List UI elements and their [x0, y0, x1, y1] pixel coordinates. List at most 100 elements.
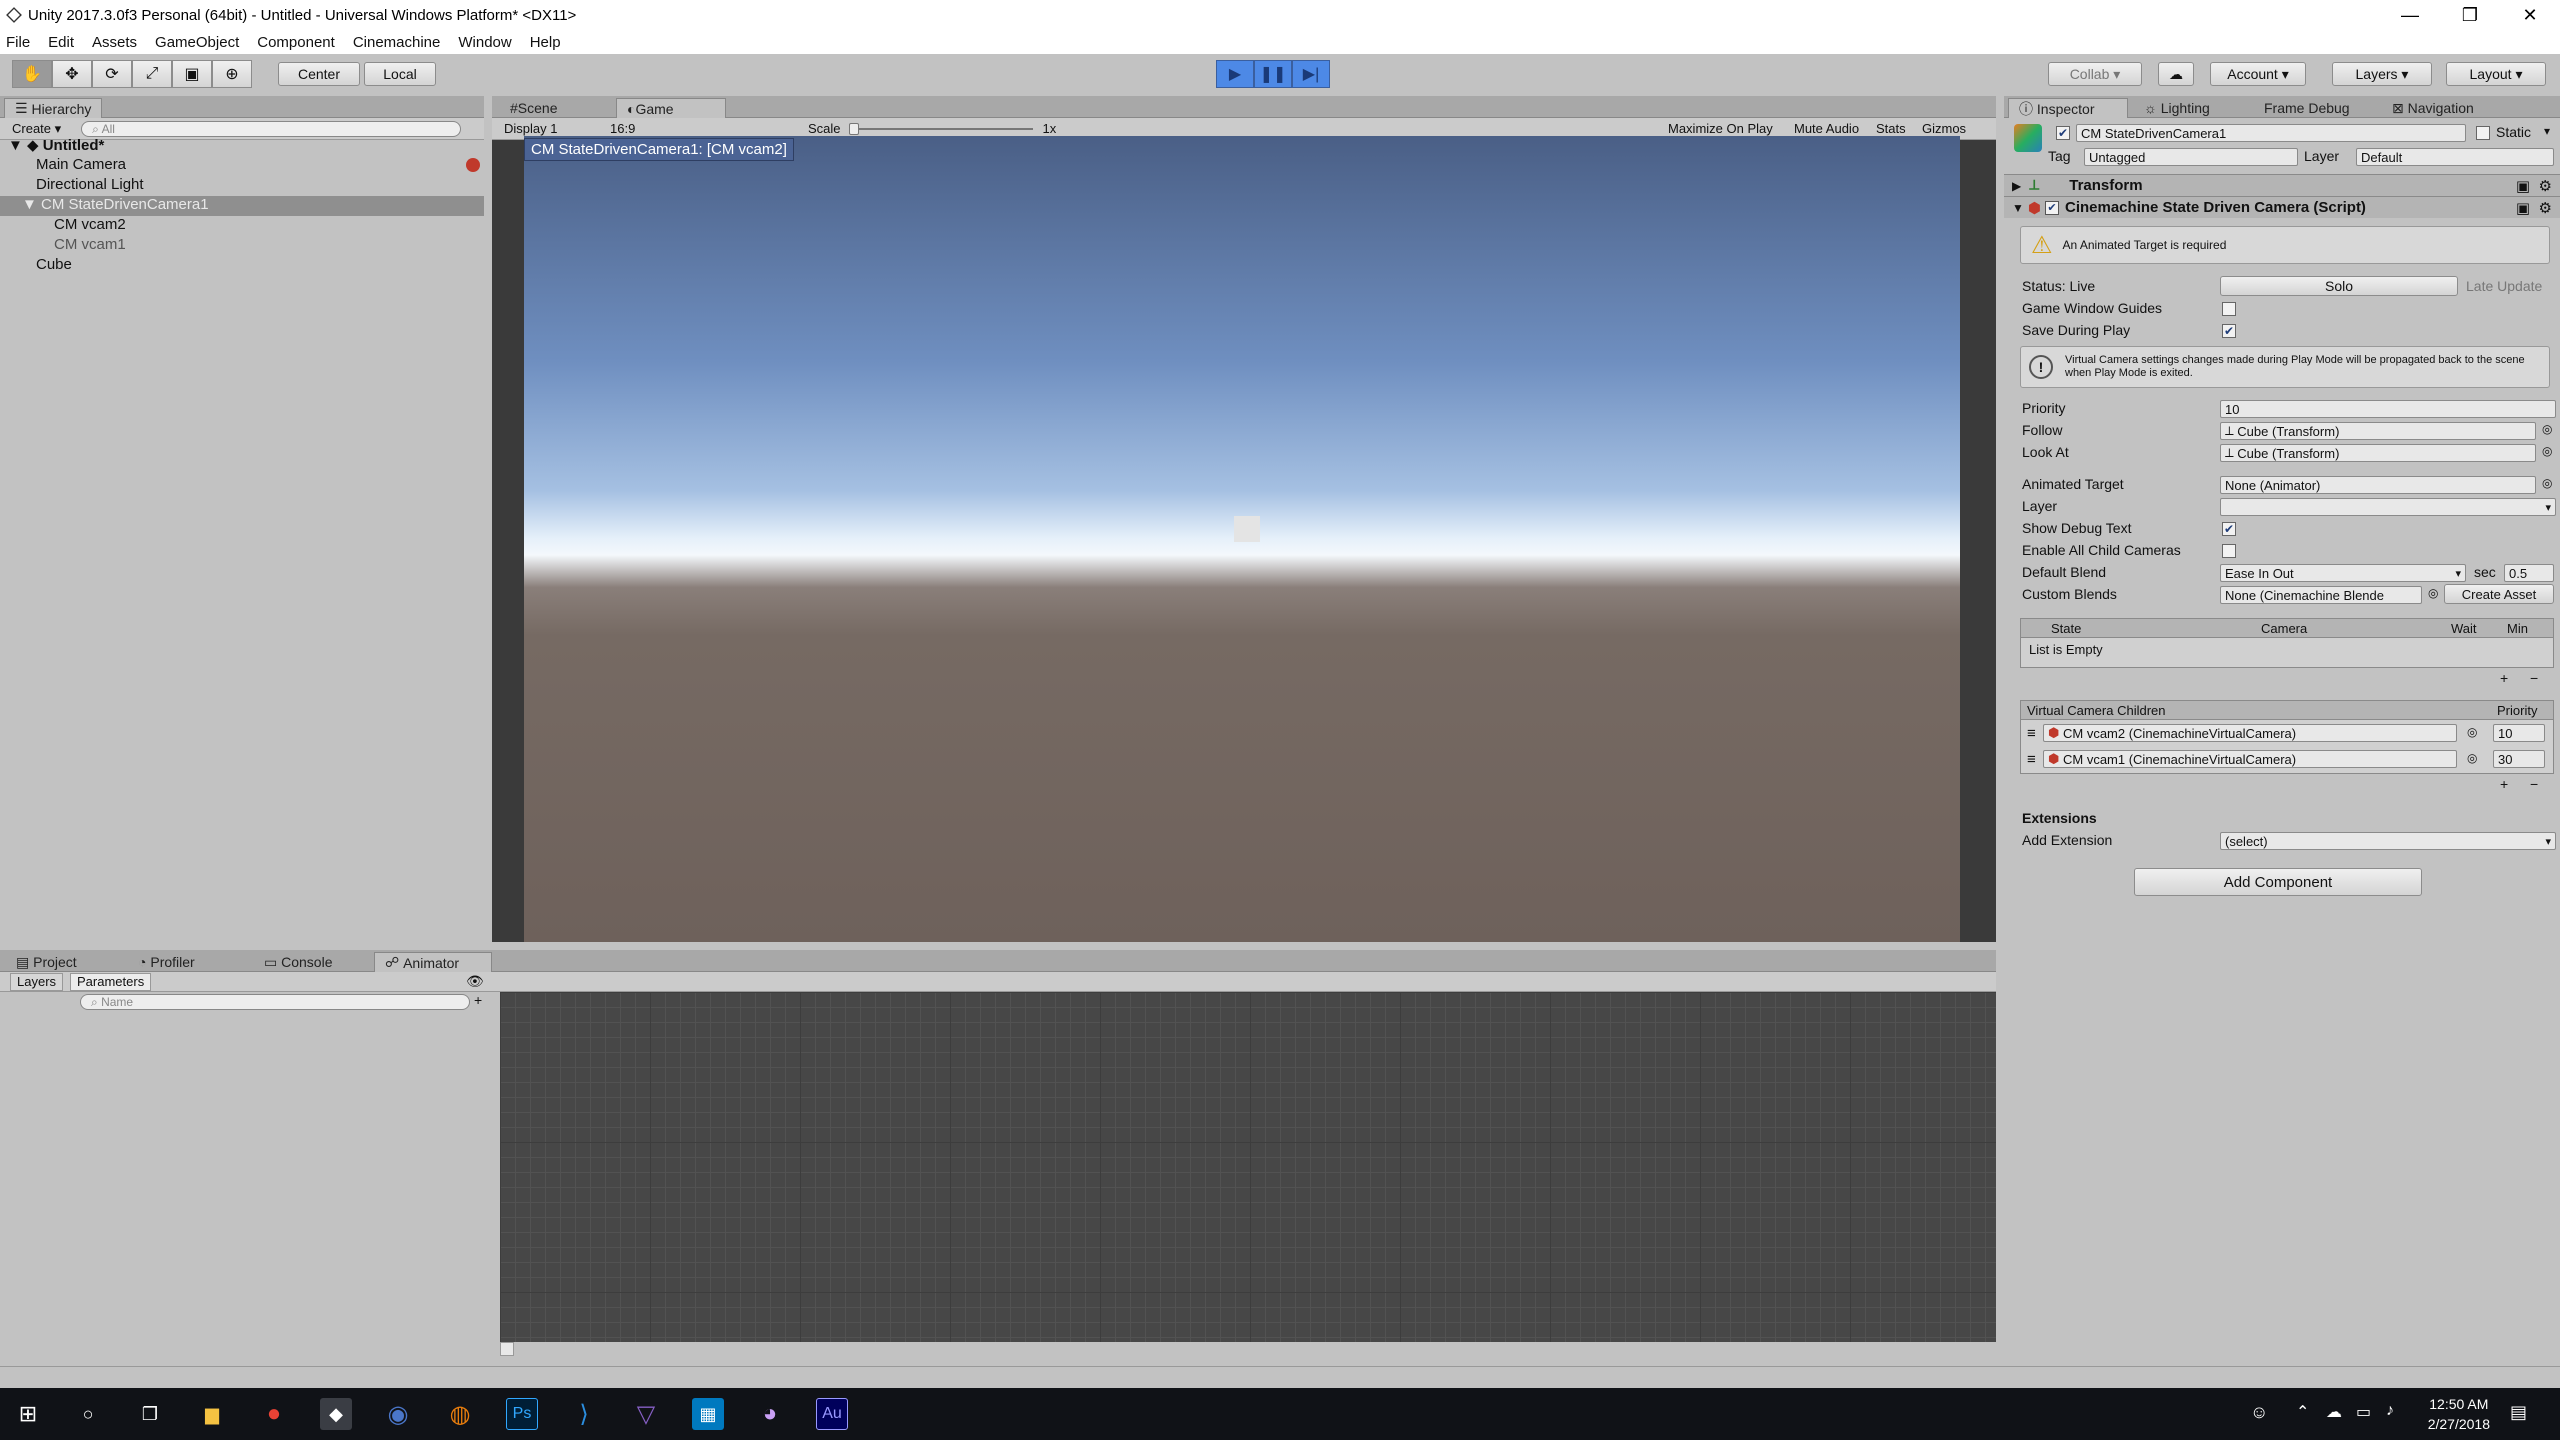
follow-field[interactable]: ⟂ Cube (Transform) [2220, 422, 2536, 440]
tab-scene[interactable]: # Scene [500, 98, 568, 118]
child-row[interactable]: ≡ ⬢ CM vcam2 (CinemachineVirtualCamera) … [2021, 724, 2555, 746]
follow-picker-icon[interactable]: ◎ [2542, 422, 2552, 436]
add-parameter-button[interactable]: + [474, 992, 482, 1008]
menu-help[interactable]: Help [530, 34, 561, 51]
transform-tool-icon[interactable]: ⊕ [212, 60, 252, 88]
vscode-icon[interactable]: ⟩ [568, 1398, 600, 1430]
hierarchy-item-vcam1[interactable]: CM vcam1 [54, 236, 126, 253]
collab-button[interactable]: Collab ▾ [2048, 62, 2142, 86]
graph-scroll-handle[interactable] [500, 1342, 514, 1356]
github-icon[interactable]: ◕ [754, 1398, 786, 1430]
object-name-field[interactable]: CM StateDrivenCamera1 [2076, 124, 2466, 142]
animator-parameters-tab[interactable]: Parameters [70, 973, 152, 991]
active-checkbox[interactable]: ✔ [2056, 126, 2070, 140]
enable-all-child-checkbox[interactable] [2222, 544, 2236, 558]
custom-blends-field[interactable]: None (Cinemachine Blende [2220, 586, 2422, 604]
step-button[interactable]: ▶| [1292, 60, 1330, 88]
tab-game[interactable]: ◐ Game [616, 98, 726, 118]
menu-component[interactable]: Component [257, 34, 335, 51]
menu-gameobject[interactable]: GameObject [155, 34, 239, 51]
tab-inspector[interactable]: ⓘ Inspector [2008, 98, 2128, 118]
hierarchy-item-directional-light[interactable]: Directional Light [36, 176, 144, 193]
network-icon[interactable]: ▭ [2356, 1402, 2371, 1422]
blender-icon[interactable]: ◍ [444, 1398, 476, 1430]
default-blend-dropdown[interactable]: Ease In Out ▾ [2220, 564, 2466, 582]
trello-icon[interactable]: ▦ [692, 1398, 724, 1430]
transform-header[interactable]: ▶ ⟂ Transform ▣ ⚙ [2004, 174, 2560, 196]
stats-toggle[interactable]: Stats [1876, 121, 1906, 136]
child-picker-icon[interactable]: ◎ [2467, 751, 2477, 765]
pivot-mode-button[interactable]: Center [278, 62, 360, 86]
scale-slider[interactable] [848, 122, 1033, 135]
visual-studio-icon[interactable]: ▽ [630, 1398, 662, 1430]
start-icon[interactable]: ⊞ [12, 1398, 44, 1430]
component-enabled-checkbox[interactable]: ✔ [2045, 200, 2059, 215]
remove-state-button[interactable]: − [2530, 670, 2538, 686]
static-checkbox[interactable] [2476, 126, 2490, 140]
drag-handle-icon[interactable]: ≡ [2027, 751, 2036, 768]
cloud-icon[interactable]: ☁ [2158, 62, 2194, 86]
menu-assets[interactable]: Assets [92, 34, 137, 51]
settings-gear-icon[interactable]: ⚙ [2539, 177, 2552, 195]
move-tool-icon[interactable]: ✥ [52, 60, 92, 88]
scale-slider-thumb[interactable] [848, 122, 859, 135]
eye-icon[interactable]: 👁 [466, 973, 484, 990]
cinema4d-icon[interactable]: ◉ [382, 1398, 414, 1430]
play-button[interactable]: ▶ [1216, 60, 1254, 88]
priority-field[interactable]: 10 [2220, 400, 2556, 418]
mute-audio-toggle[interactable]: Mute Audio [1794, 121, 1859, 136]
create-asset-button[interactable]: Create Asset [2444, 584, 2554, 604]
notifications-icon[interactable]: ▤ [2510, 1402, 2527, 1423]
tab-hierarchy[interactable]: ☰ Hierarchy [4, 98, 103, 118]
animator-layers-tab[interactable]: Layers [10, 973, 64, 991]
component-settings-icon[interactable]: ⚙ [2539, 199, 2552, 217]
close-button[interactable]: ✕ [2500, 0, 2560, 30]
people-icon[interactable]: ☺ [2250, 1402, 2268, 1423]
layers-dropdown[interactable]: Layers ▾ [2332, 62, 2432, 86]
child-row[interactable]: ≡ ⬢ CM vcam1 (CinemachineVirtualCamera) … [2021, 750, 2555, 772]
pivot-rotation-button[interactable]: Local [364, 62, 436, 86]
child-picker-icon[interactable]: ◎ [2467, 725, 2477, 739]
chrome-icon[interactable]: ● [258, 1398, 290, 1430]
game-window-guides-checkbox[interactable] [2222, 302, 2236, 316]
photoshop-icon[interactable]: Ps [506, 1398, 538, 1430]
menu-cinemachine[interactable]: Cinemachine [353, 34, 441, 51]
menu-file[interactable]: File [6, 34, 30, 51]
scene-root[interactable]: ▼ ◆ Untitled* [8, 136, 104, 154]
hierarchy-item-main-camera[interactable]: Main Camera [36, 156, 126, 173]
add-component-button[interactable]: Add Component [2134, 868, 2422, 896]
onedrive-icon[interactable]: ☁ [2326, 1402, 2342, 1422]
tab-navigation[interactable]: ⊠ Navigation [2382, 98, 2484, 118]
hierarchy-item-cube[interactable]: Cube [36, 256, 72, 273]
task-view-icon[interactable]: ❐ [134, 1398, 166, 1430]
show-debug-text-checkbox[interactable]: ✔ [2222, 522, 2236, 536]
animated-target-picker-icon[interactable]: ◎ [2542, 476, 2552, 490]
tab-console[interactable]: ▭ Console [254, 952, 343, 972]
gizmos-dropdown[interactable]: Gizmos [1922, 121, 1966, 136]
tab-profiler[interactable]: ◔ Profiler [128, 952, 205, 972]
volume-icon[interactable]: ♪ [2386, 1402, 2394, 1420]
hierarchy-item-state-driven-camera[interactable]: ▼ CM StateDrivenCamera1 [22, 196, 209, 213]
unity-icon[interactable]: ◆ [320, 1398, 352, 1430]
hand-tool-icon[interactable]: ✋ [12, 60, 52, 88]
game-render-canvas[interactable] [524, 136, 1960, 942]
animated-target-field[interactable]: None (Animator) [2220, 476, 2536, 494]
state-driven-camera-header[interactable]: ▼ ⬢ ✔ Cinemachine State Driven Camera (S… [2004, 196, 2560, 218]
child-camera-field[interactable]: ⬢ CM vcam1 (CinemachineVirtualCamera) [2043, 750, 2457, 768]
minimize-button[interactable]: — [2380, 0, 2440, 30]
add-extension-dropdown[interactable]: (select) ▾ [2220, 832, 2556, 850]
child-priority-field[interactable]: 30 [2493, 750, 2545, 768]
parameter-search-input[interactable]: ⌕ Name [80, 994, 470, 1010]
save-during-play-checkbox[interactable]: ✔ [2222, 324, 2236, 338]
child-priority-field[interactable]: 10 [2493, 724, 2545, 742]
layer-dropdown[interactable]: Default [2356, 148, 2554, 166]
file-explorer-icon[interactable]: ▆ [196, 1398, 228, 1430]
add-child-button[interactable]: + [2500, 776, 2508, 792]
aspect-dropdown[interactable]: 16:9 [610, 121, 798, 136]
show-hidden-icons[interactable]: ⌃ [2296, 1402, 2309, 1422]
static-dropdown-icon[interactable]: ▾ [2544, 124, 2550, 138]
account-dropdown[interactable]: Account ▾ [2210, 62, 2306, 86]
hierarchy-search-input[interactable]: ⌕ All [81, 120, 462, 137]
look-at-picker-icon[interactable]: ◎ [2542, 444, 2552, 458]
tab-frame-debug[interactable]: Frame Debug [2254, 98, 2360, 118]
